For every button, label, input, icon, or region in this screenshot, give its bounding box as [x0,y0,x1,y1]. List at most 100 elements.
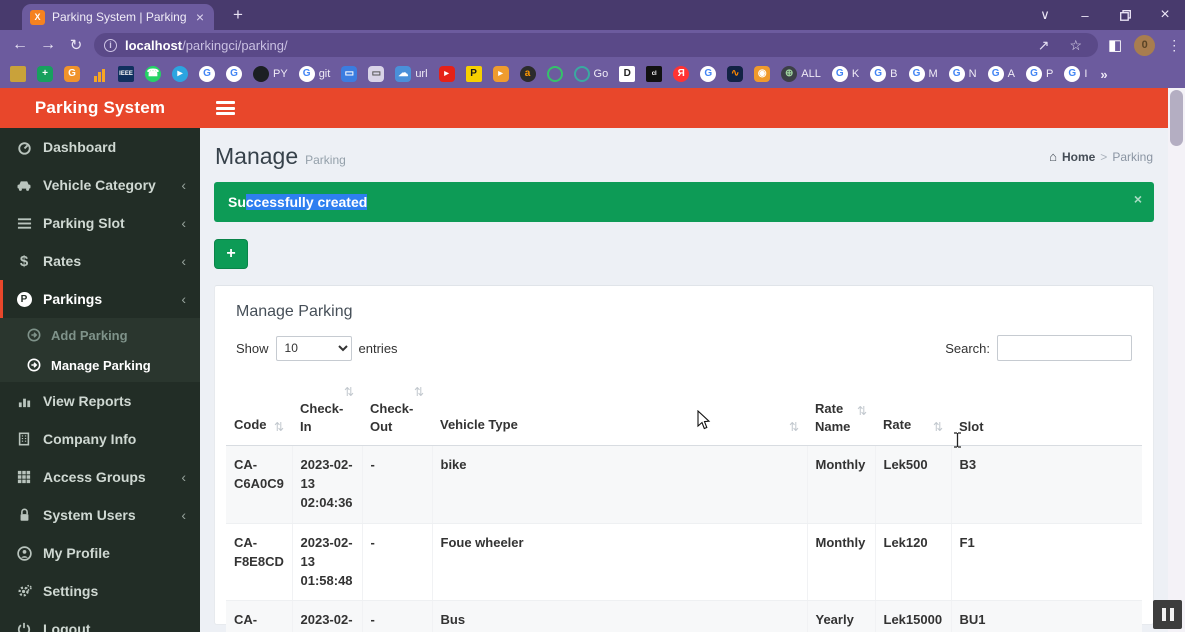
sidebar-item-parkings[interactable]: P Parkings ‹ [0,280,200,318]
bookmark-camera-orange[interactable]: ▶ [493,66,509,82]
bookmark-go-teal-ring[interactable]: Go [574,66,609,82]
minimize-button[interactable]: – [1065,0,1105,30]
sidebar-item-company-info[interactable]: Company Info [0,420,200,458]
side-panel-icon[interactable]: ◧ [1108,36,1122,54]
scrollbar-thumb[interactable] [1170,90,1183,146]
sidebar-item-rates[interactable]: $ Rates ‹ [0,242,200,280]
bookmark-google-i[interactable]: GI [1064,66,1087,82]
share-icon[interactable]: ↗ [1032,37,1056,54]
column-header-code[interactable]: ⇅Code [226,373,292,446]
bookmark-google-a[interactable]: GA [988,66,1015,82]
column-header-rate[interactable]: ⇅Rate [875,373,951,446]
app-brand[interactable]: Parking System [0,88,200,128]
youtube-favicon: ▶ [439,66,455,82]
sidebar-item-add-parking[interactable]: Add Parking [0,320,200,350]
sort-icon[interactable]: ⇅ [344,384,354,400]
bookmark-p-yellow[interactable]: P [466,66,482,82]
bookmark-telegram[interactable]: ▸ [172,66,188,82]
back-icon[interactable]: ← [6,36,34,54]
bookmark-ieee[interactable]: IEEE [118,66,134,82]
hamburger-icon[interactable] [216,101,235,115]
bookmark-matlab[interactable]: ∿ [727,66,743,82]
bookmark-duck[interactable]: D [619,66,635,82]
google-git-favicon: G [299,66,315,82]
sort-icon[interactable]: ⇅ [857,403,867,419]
sidebar-item-view-reports[interactable]: View Reports [0,382,200,420]
forward-icon[interactable]: → [34,36,62,54]
bookmark-google[interactable]: G [199,66,215,82]
bookmark-google[interactable]: G [226,66,242,82]
bookmark-analytics[interactable] [91,66,107,82]
reload-icon[interactable]: ↻ [62,36,90,54]
bookmark-github[interactable]: PY [253,66,288,82]
sidebar-item-access-groups[interactable]: Access Groups ‹ [0,458,200,496]
bookmark-google-k[interactable]: GK [832,66,859,82]
column-header-rate-name[interactable]: ⇅Rate Name [807,373,875,446]
bookmark-google[interactable]: G [700,66,716,82]
sidebar-item-parking-slot[interactable]: Parking Slot ‹ [0,204,200,242]
sheets-favicon: + [37,66,53,82]
bookmark-eye-orange[interactable]: ◉ [754,66,770,82]
sidebar-item-dashboard[interactable]: Dashboard [0,128,200,166]
bookmark-pin-gold[interactable] [10,66,26,82]
bookmark-globe-all[interactable]: ⊕ALL [781,66,821,82]
bookmark-image-blue[interactable]: ▭ [341,66,357,82]
sort-icon[interactable]: ⇅ [274,419,284,435]
table-row[interactable]: CA-C6A0C9 2023-02-13 02:04:36 - bike Mon… [226,446,1142,524]
bookmark-hex-orange[interactable]: G [64,66,80,82]
sidebar-item-system-users[interactable]: System Users ‹ [0,496,200,534]
restore-button[interactable] [1105,0,1145,30]
sidebar-item-settings[interactable]: Settings [0,572,200,610]
bookmark-cloud-url[interactable]: ☁url [395,66,427,82]
sidebar-item-manage-parking[interactable]: Manage Parking [0,350,200,380]
bookmark-cl-black[interactable]: cl [646,66,662,82]
bookmark-yandex[interactable]: Я [673,66,689,82]
bookmark-briefcase[interactable]: ▭ [368,66,384,82]
column-header-vehicle-type[interactable]: ⇅Vehicle Type [432,373,807,446]
browser-menu-icon[interactable]: ⋮ [1167,37,1181,54]
bookmark-cart-dark[interactable]: a [520,66,536,82]
tab-close-icon[interactable]: × [194,10,206,24]
table-row[interactable]: CA-F8E8CD 2023-02-13 01:58:48 - Foue whe… [226,523,1142,601]
sort-icon[interactable]: ⇅ [414,384,424,400]
column-header-slot[interactable]: Slot [951,373,1142,446]
sidebar-item-logout[interactable]: Logout [0,610,200,632]
bookmark-star-icon[interactable]: ☆ [1063,37,1088,54]
sort-icon[interactable]: ⇅ [933,419,943,435]
new-tab-button[interactable]: + [226,3,250,27]
add-parking-button[interactable]: + [214,239,248,269]
bookmark-google-n[interactable]: GN [949,66,977,82]
breadcrumb-home[interactable]: Home [1062,150,1095,164]
profile-avatar[interactable]: 0 [1134,35,1155,56]
google-a-favicon: G [988,66,1004,82]
tab-search-chevron-icon[interactable]: ∨ [1025,0,1065,30]
entries-select[interactable]: 10 [276,336,352,361]
page-scrollbar[interactable] [1168,88,1185,632]
recorder-pause-button[interactable] [1153,600,1182,629]
sidebar-item-my-profile[interactable]: My Profile [0,534,200,572]
bookmark-sheets[interactable]: + [37,66,53,82]
bookmark-google-p[interactable]: GP [1026,66,1053,82]
bookmark-google-git[interactable]: Ggit [299,66,331,82]
alert-close-icon[interactable]: × [1134,191,1142,207]
sort-icon[interactable]: ⇅ [789,419,799,435]
bookmark-google-m[interactable]: GM [909,66,938,82]
column-header-check-out[interactable]: ⇅Check-Out [362,373,432,446]
bookmark-youtube[interactable]: ▶ [439,66,455,82]
browser-tab[interactable]: X Parking System | Parking × [22,4,214,30]
bookmarks-overflow-icon[interactable]: » [1100,67,1107,82]
bookmark-google-b[interactable]: GB [870,66,897,82]
bookmark-label: PY [273,68,288,80]
table-row[interactable]: CA-8486C8 2023-02-13 01:57:34 - Bus Year… [226,601,1142,632]
close-window-button[interactable]: × [1145,0,1185,30]
matlab-favicon: ∿ [727,66,743,82]
url-bar[interactable]: i localhost/parkingci/parking/ ↗ ☆ [94,33,1098,57]
bookmark-whatsapp[interactable]: ☎ [145,66,161,82]
column-header-check-in[interactable]: ⇅Check-In [292,373,362,446]
sidebar-item-vehicle-category[interactable]: Vehicle Category ‹ [0,166,200,204]
bookmark-green-ring[interactable] [547,66,563,82]
search-input[interactable] [997,335,1132,361]
site-info-icon[interactable]: i [104,39,117,52]
cart-dark-favicon: a [520,66,536,82]
grid-icon [15,470,33,484]
